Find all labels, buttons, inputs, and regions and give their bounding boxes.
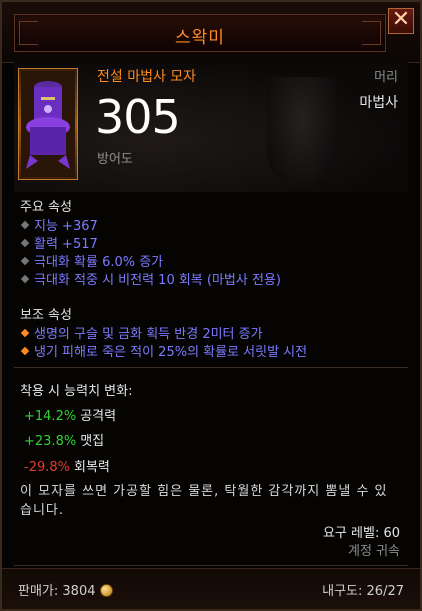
item-class: 마법사	[359, 95, 398, 111]
flavor-text: 이 모자를 쓰면 가공할 힘은 물론, 탁월한 감각까지 뽐낼 수 있습니다.	[20, 484, 388, 518]
armor-label: 방어도	[97, 152, 133, 167]
bullet-icon	[20, 274, 30, 284]
bullet-icon	[20, 328, 30, 338]
tooltip-footer: 판매가: 3804 내구도: 26/27	[2, 568, 420, 609]
stat-change-row: -29.8% 회복력	[24, 460, 110, 475]
wizard-hat-icon	[21, 71, 75, 177]
bullet-icon	[20, 238, 30, 248]
title-bar: 스왁미	[14, 14, 386, 52]
divider	[14, 367, 408, 368]
stat-change-row: +14.2% 공격력	[24, 409, 117, 424]
secondary-attribute: 생명의 구슬 및 금화 획득 반경 2미터 증가	[20, 323, 263, 342]
primary-attributes-title: 주요 속성	[20, 200, 72, 215]
level-requirement: 요구 레벨: 60	[322, 526, 400, 541]
secondary-attributes-title: 보조 속성	[20, 308, 72, 323]
bullet-icon	[20, 256, 30, 266]
bullet-icon	[20, 220, 30, 230]
bullet-icon	[20, 346, 30, 356]
gold-coin-icon	[99, 584, 113, 597]
close-icon: ✕	[391, 7, 411, 32]
primary-attribute: 활력 +517	[20, 233, 98, 252]
armor-value: 305	[95, 90, 181, 144]
bound-status: 계정 귀속	[348, 544, 400, 559]
item-icon-frame	[18, 68, 78, 180]
divider	[14, 565, 408, 566]
primary-attribute: 극대화 확률 6.0% 증가	[20, 251, 163, 270]
secondary-attribute: 냉기 피해로 죽은 적이 25%의 확률로 서릿발 시전	[20, 341, 307, 360]
sell-price: 판매가: 3804	[18, 580, 113, 599]
item-name: 스왁미	[175, 28, 225, 48]
stat-changes-title: 착용 시 능력치 변화:	[20, 384, 133, 399]
stat-change-row: +23.8% 맷집	[24, 434, 105, 449]
primary-attribute: 지능 +367	[20, 215, 98, 234]
item-type: 전설 마법사 모자	[97, 69, 197, 85]
item-tooltip: 스왁미 ✕ 전설 마법사 모자 머리 마법사 305 방어도 주요 속성 지능 …	[0, 0, 422, 611]
tooltip-header: 스왁미 ✕	[2, 2, 420, 63]
durability: 내구도: 26/27	[322, 584, 404, 599]
primary-attribute: 극대화 적중 시 비전력 10 회복 (마법사 전용)	[20, 269, 281, 288]
item-slot: 머리	[374, 70, 398, 85]
armor-silhouette	[267, 77, 337, 187]
close-button[interactable]: ✕	[388, 8, 414, 34]
